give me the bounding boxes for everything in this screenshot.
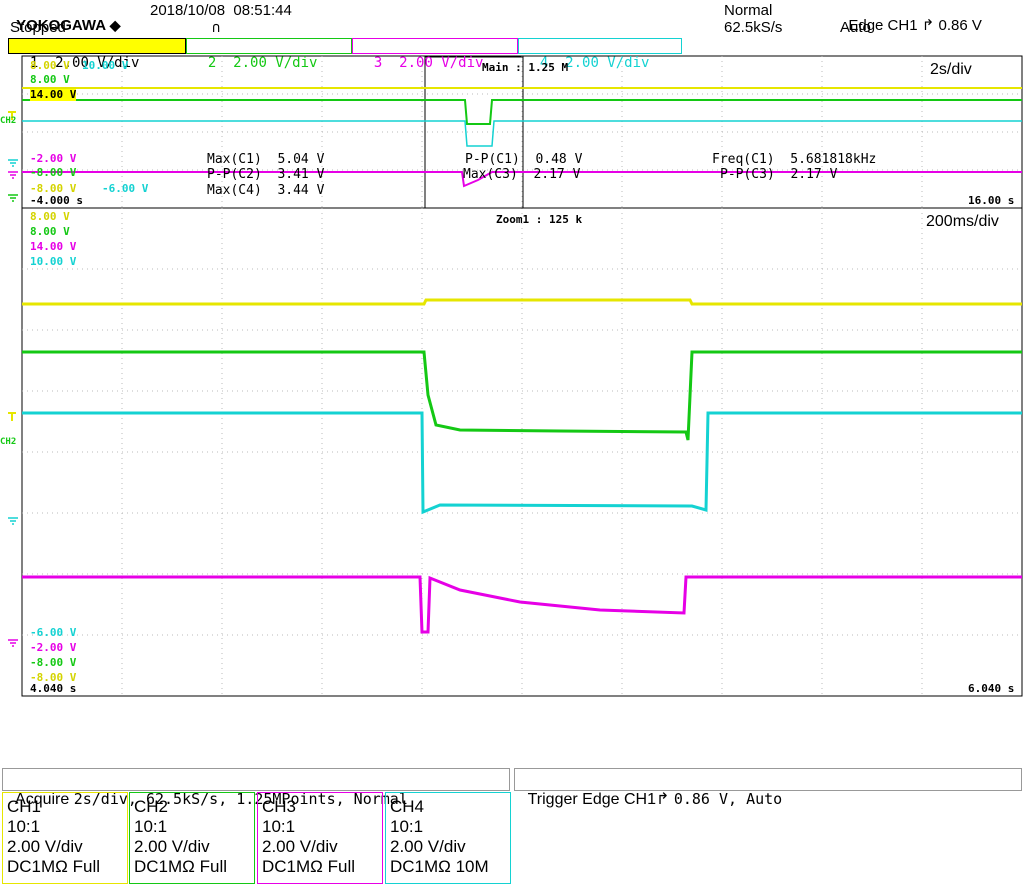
meas-pp-c2: P-P(C2) 3.41 V xyxy=(207,167,325,182)
rising-edge-icon: ↱ xyxy=(655,791,670,808)
zoom-lower-ch2: -2.00 V xyxy=(30,641,77,654)
ch2-settings[interactable]: CH2 10:1 2.00 V/div DC1MΩ Full xyxy=(129,792,255,884)
zoom-time-start: 4.040 s xyxy=(30,682,77,695)
zoom-lower-ch4: -6.00 V xyxy=(30,626,77,639)
ground-marker-icon xyxy=(8,171,18,179)
main-upper-ch2: 8.00 V xyxy=(30,73,70,86)
zoom-timebase: 200ms/div xyxy=(926,213,999,230)
ch1-coupling: DC1MΩ Full xyxy=(7,857,100,876)
ch3-probe: 10:1 xyxy=(262,817,296,836)
ch4-settings[interactable]: CH4 10:1 2.00 V/div DC1MΩ 10M xyxy=(385,792,511,884)
zoom-record-label: Zoom1 : 125 k xyxy=(496,213,583,226)
ch1-name: CH1 xyxy=(7,797,42,816)
trigger-mode: Normal xyxy=(724,2,773,19)
meas-max-c1: Max(C1) 5.04 V xyxy=(207,152,325,167)
ch4-coupling: DC1MΩ 10M xyxy=(390,857,489,876)
channel-tab-ch3[interactable]: 3 2.00 V/div xyxy=(352,38,518,71)
ch2-position-marker[interactable]: CH2 xyxy=(0,116,16,126)
zoom-upper-ch2: 8.00 V xyxy=(30,225,70,238)
ch2-scale: 2.00 V/div xyxy=(134,837,210,856)
trigger-label: Trigger xyxy=(527,791,578,808)
datetime: 2018/10/08 08:51:44 xyxy=(150,2,292,19)
main-lower-ch4: -6.00 V xyxy=(102,182,149,195)
ch4-name: CH4 xyxy=(390,797,425,816)
ch1-scale: 2.00 V/div xyxy=(7,837,83,856)
zoom-time-end: 6.040 s xyxy=(968,682,1015,695)
meas-pp-c1: P-P(C1) 0.48 V xyxy=(465,152,583,167)
zoom-ch2-position-marker[interactable]: CH2 xyxy=(0,437,16,447)
zoom-ch2-trace xyxy=(22,350,1022,441)
acquisition-status: Stopped xyxy=(10,19,66,36)
channel-tab-ch1[interactable]: 1 2.00 V/div xyxy=(8,38,186,71)
channel-tab-ch4[interactable]: 4 2.00 V/div xyxy=(518,38,682,71)
trigger-run-mode: Auto xyxy=(840,19,871,36)
rising-edge-icon: ↱ xyxy=(921,17,935,34)
main-timebase: 2s/div xyxy=(930,61,972,78)
ch3-scale: 2.00 V/div xyxy=(262,837,338,856)
main-time-start: -4.000 s xyxy=(30,194,83,207)
main-record-label: Main : 1.25 M xyxy=(482,61,569,74)
ground-marker-icon xyxy=(8,639,18,647)
ground-marker-icon xyxy=(8,159,18,167)
meas-max-c3: Max(C3) 2.17 V xyxy=(463,167,581,182)
main-upper-ch1: 8.00 V xyxy=(30,59,70,72)
zoom-lower-ch3: -8.00 V xyxy=(30,656,77,669)
trigger-level-icon xyxy=(8,412,16,421)
ch2-probe: 10:1 xyxy=(134,817,168,836)
channel-tab-ch2[interactable]: 2 2.00 V/div xyxy=(186,38,352,71)
zoom-upper-ch3: 14.00 V xyxy=(30,240,77,253)
meas-pp-c3: P-P(C3) 2.17 V xyxy=(720,167,838,182)
acquire-panel[interactable]: Acquire 2s/div, 62.5kS/s, 1.25MPoints, N… xyxy=(2,768,510,808)
ch3-coupling: DC1MΩ Full xyxy=(262,857,355,876)
ground-marker-icon xyxy=(8,517,18,525)
ch3-name: CH3 xyxy=(262,797,297,816)
sample-rate: 62.5kS/s xyxy=(724,19,783,36)
main-upper-ch4: 10.00 V xyxy=(82,59,129,72)
main-ch4-trace xyxy=(22,120,1022,147)
zoom-upper-ch4: 10.00 V xyxy=(30,255,77,268)
waveform-display xyxy=(8,55,1023,697)
zoom-window-box xyxy=(424,56,524,209)
main-lower-ch2: -2.00 V xyxy=(30,152,77,165)
meas-max-c4: Max(C4) 3.44 V xyxy=(207,183,325,198)
zoom-ch4-trace xyxy=(22,411,1022,515)
trigger-level-value: 0.86 V, Auto xyxy=(673,790,783,808)
ch2-coupling: DC1MΩ Full xyxy=(134,857,227,876)
meas-freq-c1: Freq(C1) 5.681818kHz xyxy=(712,152,877,167)
ch1-probe: 10:1 xyxy=(7,817,41,836)
main-lower-ch1: -8.00 V xyxy=(30,166,77,179)
ch3-settings[interactable]: CH3 10:1 2.00 V/div DC1MΩ Full xyxy=(257,792,383,884)
ch4-scale: 2.00 V/div xyxy=(390,837,466,856)
ch2-name: CH2 xyxy=(134,797,169,816)
ch1-settings[interactable]: CH1 10:1 2.00 V/div DC1MΩ Full xyxy=(2,792,128,884)
main-upper-ch3: 14.00 V xyxy=(30,88,77,101)
trigger-value: Edge CH1 xyxy=(582,791,656,808)
trigger-position-icon: ∩ xyxy=(212,20,221,36)
main-time-end: 16.00 s xyxy=(968,194,1015,207)
ground-marker-icon xyxy=(8,194,18,202)
trigger-panel[interactable]: Trigger Edge CH1↱ 0.86 V, Auto xyxy=(514,768,1022,808)
ch4-probe: 10:1 xyxy=(390,817,424,836)
zoom-upper-ch1: 8.00 V xyxy=(30,210,70,223)
